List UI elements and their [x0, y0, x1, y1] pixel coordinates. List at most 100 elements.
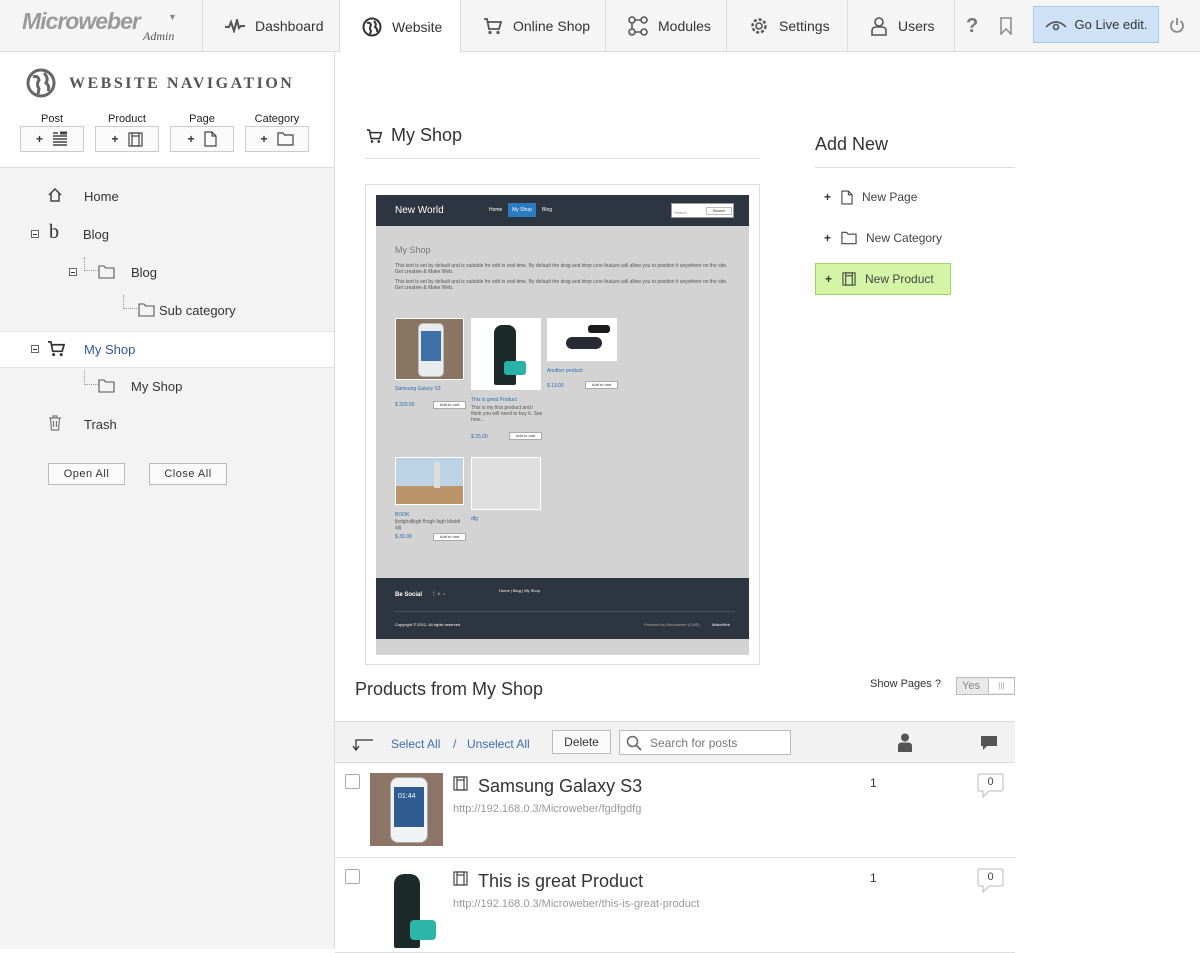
nav-dashboard[interactable]: Dashboard: [203, 0, 340, 52]
product-icon: [453, 776, 468, 791]
preview-product-name: Samsung Galaxy S3: [395, 386, 441, 392]
quick-add-category[interactable]: Category +: [245, 113, 309, 152]
add-page-button[interactable]: +: [170, 126, 234, 152]
nav-users[interactable]: Users: [848, 0, 955, 52]
delete-button[interactable]: Delete: [552, 730, 611, 754]
preview-copyright: Copyright © 2012, All rights reserved: [395, 622, 461, 627]
comments-icon[interactable]: [980, 735, 998, 751]
collapse-icon[interactable]: [31, 230, 39, 238]
collapse-icon[interactable]: [31, 345, 39, 353]
preview-add-to-cart: Add to cart: [585, 381, 618, 389]
preview-makeweb: MakeWeb: [712, 622, 730, 627]
select-arrow-icon: [352, 737, 374, 751]
quick-add-page-label: Page: [189, 113, 215, 125]
tree-item-label: Home: [84, 189, 119, 204]
author-icon[interactable]: [898, 733, 912, 752]
table-row[interactable]: 01:44 Samsung Galaxy S3 http://192.168.0…: [335, 763, 1015, 858]
preview-menu-home: Home: [489, 207, 503, 213]
tree-item-blog[interactable]: b Blog: [0, 217, 334, 253]
tree-item-trash[interactable]: Trash: [0, 407, 334, 443]
tree-item-label: My Shop: [131, 379, 183, 394]
add-new-page[interactable]: + New Page: [815, 181, 917, 213]
sidebar-header: WEBSITE NAVIGATION Post + Product + Page…: [0, 52, 334, 168]
search-icon: [626, 735, 642, 751]
plus-icon: +: [824, 190, 832, 204]
author-count: 1: [870, 776, 877, 790]
show-pages-toggle[interactable]: Yes |||: [956, 677, 1015, 695]
globe-icon: [26, 68, 56, 98]
nav-modules[interactable]: Modules: [606, 0, 727, 52]
add-product-button[interactable]: +: [95, 126, 159, 152]
social-icons: f ✦ ▪: [433, 592, 446, 598]
comments-count[interactable]: 0: [977, 868, 1004, 894]
preview-powered: Powered by Microweber (CMS): [644, 622, 700, 627]
page-icon: [841, 189, 853, 205]
page-title: My Shop: [391, 125, 463, 145]
product-title[interactable]: Samsung Galaxy S3: [478, 776, 642, 797]
plus-icon: +: [187, 132, 195, 146]
power-icon[interactable]: [1169, 17, 1185, 34]
add-post-button[interactable]: +: [20, 126, 84, 152]
tree-item-label: Sub category: [159, 303, 236, 318]
tree-item-my-shop-category[interactable]: My Shop: [0, 369, 334, 405]
tree-item-my-shop[interactable]: My Shop: [0, 331, 334, 368]
preview-desc: This text is set by default and is suita…: [395, 279, 728, 291]
products-title: Products from My Shop: [355, 679, 544, 699]
modules-icon: [628, 16, 648, 36]
preview-add-to-cart: Add to cart: [433, 401, 466, 409]
tree-item-home[interactable]: Home: [0, 179, 334, 215]
divider: [395, 611, 735, 612]
preview-search-button: Search: [706, 207, 732, 215]
nav-users-label: Users: [898, 18, 935, 34]
product-icon: [453, 871, 468, 886]
quick-add-page[interactable]: Page +: [170, 113, 234, 152]
open-all-button[interactable]: Open All: [48, 463, 125, 485]
plus-icon: +: [824, 231, 832, 245]
caret-icon: ▼: [168, 12, 177, 22]
nav-dashboard-label: Dashboard: [255, 18, 324, 34]
sidebar: WEBSITE NAVIGATION Post + Product + Page…: [0, 52, 335, 949]
product-title[interactable]: This is great Product: [478, 871, 643, 892]
nav-online-shop[interactable]: Online Shop: [461, 0, 606, 52]
row-checkbox[interactable]: [345, 869, 360, 884]
divider: [365, 158, 760, 159]
quick-add-product[interactable]: Product +: [95, 113, 159, 152]
nav-settings[interactable]: Settings: [727, 0, 848, 52]
logo-text: Microweber: [22, 8, 141, 34]
nav-modules-label: Modules: [658, 18, 711, 34]
table-row[interactable]: This is great Product http://192.168.0.3…: [335, 858, 1015, 953]
toggle-handle: |||: [988, 679, 1014, 693]
preview-desc: This text is set by default and is suita…: [395, 263, 728, 275]
select-all-link[interactable]: Select All: [391, 737, 440, 751]
collapse-icon[interactable]: [69, 268, 77, 276]
close-all-button[interactable]: Close All: [149, 463, 227, 485]
search-posts-input[interactable]: Search for posts: [619, 730, 791, 755]
add-new-title: Add New: [815, 134, 889, 154]
product-url: http://192.168.0.3/Microweber/this-is-gr…: [453, 898, 700, 910]
add-new-product[interactable]: + New Product: [815, 263, 951, 295]
tree-item-blog-category[interactable]: Blog: [0, 255, 334, 291]
help-icon[interactable]: ?: [966, 15, 978, 38]
nav-website[interactable]: Website: [340, 0, 461, 53]
logo[interactable]: Microweber ▼ Admin: [0, 0, 203, 52]
row-checkbox[interactable]: [345, 774, 360, 789]
logo-subtitle: Admin: [143, 29, 175, 43]
quick-add-post-label: Post: [40, 113, 63, 125]
unselect-all-link[interactable]: Unselect All: [467, 737, 530, 751]
add-category-button[interactable]: +: [245, 126, 309, 152]
page-preview[interactable]: New World Home My Shop Blog Search Searc…: [365, 184, 760, 665]
folder-icon: [98, 265, 115, 279]
gear-icon: [749, 16, 769, 36]
preview-product-desc: fjsdghsfjkgh fhsgh fsgh kbsldi sjlj: [395, 519, 461, 531]
preview-search-placeholder: Search: [674, 210, 687, 215]
go-live-edit-button[interactable]: Go Live edit.: [1033, 6, 1159, 43]
comments-count[interactable]: 0: [977, 773, 1004, 799]
add-new-category[interactable]: + New Category: [815, 222, 942, 254]
quick-add-post[interactable]: Post +: [20, 113, 84, 152]
separator: /: [453, 737, 457, 751]
product-icon: [842, 272, 856, 286]
product-url: http://192.168.0.3/Microweber/fgdfgdfg: [453, 803, 642, 815]
bookmark-icon[interactable]: [1000, 17, 1012, 35]
tree-item-subcategory[interactable]: Sub category: [0, 293, 334, 329]
preview-product-name: This is great Product: [471, 397, 517, 403]
